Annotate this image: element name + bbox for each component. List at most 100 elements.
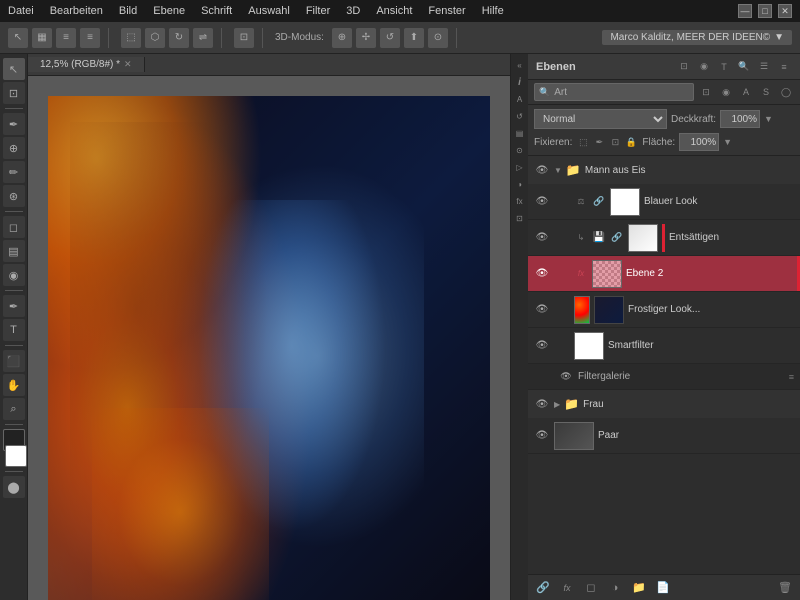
menu-auswahl[interactable]: Auswahl bbox=[248, 5, 290, 17]
new-layer-button[interactable]: 📄 bbox=[654, 579, 672, 597]
profile-selector[interactable]: Marco Kalditz, MEER DER IDEEN© ▼ bbox=[602, 30, 792, 45]
layer-search-type-icon[interactable]: ⊡ bbox=[698, 84, 714, 100]
layer-item-blauer-look[interactable]: 👁 ⚖ 🔗 Blauer Look bbox=[528, 184, 800, 220]
brush-tool[interactable]: ✏ bbox=[3, 161, 25, 183]
lock-position-icon[interactable]: ✒ bbox=[592, 135, 606, 149]
eyedropper-tool[interactable]: ✒ bbox=[3, 113, 25, 135]
filter-options-icon[interactable]: ≡ bbox=[789, 372, 794, 382]
layer-search-field[interactable]: 🔍 Art bbox=[534, 83, 694, 101]
layer-search-toggle-icon[interactable]: ◯ bbox=[778, 84, 794, 100]
flip-icon[interactable]: ⇌ bbox=[193, 28, 213, 48]
panel-icon-layers[interactable]: ▤ bbox=[513, 126, 527, 140]
canvas-scroll-area[interactable] bbox=[28, 76, 510, 600]
zoom-tool[interactable]: ⌕ bbox=[3, 398, 25, 420]
eraser-tool[interactable]: ◻ bbox=[3, 216, 25, 238]
minimize-button[interactable]: — bbox=[738, 4, 752, 18]
group-chevron-frau[interactable]: ▶ bbox=[554, 400, 560, 409]
layer-eye-frostiger[interactable]: 👁 bbox=[534, 302, 550, 318]
3d-walk-icon[interactable]: ⬆ bbox=[404, 28, 424, 48]
link-layers-button[interactable]: 🔗 bbox=[534, 579, 552, 597]
group-chevron-mann[interactable]: ▼ bbox=[554, 166, 562, 175]
layer-search-color-icon[interactable]: A bbox=[738, 84, 754, 100]
menu-ansicht[interactable]: Ansicht bbox=[376, 5, 412, 17]
layer-type-icon[interactable]: T bbox=[716, 59, 732, 75]
delete-layer-button[interactable]: 🗑 bbox=[776, 579, 794, 597]
layer-fx-button[interactable]: fx bbox=[558, 579, 576, 597]
panel-icon-info[interactable]: i bbox=[513, 75, 527, 89]
blur-tool[interactable]: ◉ bbox=[3, 264, 25, 286]
3d-roll-icon[interactable]: ↺ bbox=[380, 28, 400, 48]
text-tool[interactable]: T bbox=[3, 319, 25, 341]
clone-tool[interactable]: ⊛ bbox=[3, 185, 25, 207]
fill-arrow-icon[interactable]: ▼ bbox=[723, 137, 732, 147]
layer-eye-filter[interactable]: 👁 bbox=[558, 369, 574, 385]
collapse-panels-icon[interactable]: « bbox=[513, 58, 527, 72]
layer-search-attr-icon[interactable]: ◉ bbox=[718, 84, 734, 100]
layers-panel-expand-icon[interactable]: ≡ bbox=[776, 59, 792, 75]
menu-3d[interactable]: 3D bbox=[346, 5, 360, 17]
layer-item-frostiger[interactable]: 👁 Frostiger Look... bbox=[528, 292, 800, 328]
layer-eye-smart[interactable]: 👁 bbox=[534, 338, 550, 354]
layer-item-ebene2[interactable]: 👁 fx Ebene 2 bbox=[528, 256, 800, 292]
panel-icon-color[interactable]: A bbox=[513, 92, 527, 106]
pen-tool[interactable]: ✒ bbox=[3, 295, 25, 317]
layer-menu-icon[interactable]: ☰ bbox=[756, 59, 772, 75]
new-group-button[interactable]: 📁 bbox=[630, 579, 648, 597]
warp-icon[interactable]: ⬡ bbox=[145, 28, 165, 48]
maximize-button[interactable]: □ bbox=[758, 4, 772, 18]
canvas-tab-close-icon[interactable]: ✕ bbox=[124, 59, 132, 70]
adjustment-button[interactable]: ◑ bbox=[606, 579, 624, 597]
hand-tool[interactable]: ✋ bbox=[3, 374, 25, 396]
layer-visibility-icon[interactable]: ◉ bbox=[696, 59, 712, 75]
add-mask-button[interactable]: ◻ bbox=[582, 579, 600, 597]
layer-item-paar[interactable]: 👁 Paar bbox=[528, 418, 800, 454]
canvas-tab-active[interactable]: 12,5% (RGB/8#) * ✕ bbox=[28, 57, 145, 72]
menu-schrift[interactable]: Schrift bbox=[201, 5, 232, 17]
menu-hilfe[interactable]: Hilfe bbox=[482, 5, 504, 17]
lock-all-icon[interactable]: 🔒 bbox=[624, 135, 638, 149]
layer-search-smart-icon[interactable]: S bbox=[758, 84, 774, 100]
bg-color[interactable] bbox=[5, 445, 27, 467]
layer-group-frau[interactable]: 👁 ▶ 📁 Frau bbox=[528, 390, 800, 418]
layer-item-filtergalerie[interactable]: 👁 Filtergalerie ≡ bbox=[528, 364, 800, 390]
layer-item-entsaettigen[interactable]: 👁 ↳ 💾 🔗 Entsättigen bbox=[528, 220, 800, 256]
blend-mode-select[interactable]: Normal bbox=[534, 109, 667, 129]
align-left-icon[interactable]: ≡ bbox=[56, 28, 76, 48]
layer-filter-icon[interactable]: ⊡ bbox=[676, 59, 692, 75]
layer-eye-entsaettigen[interactable]: 👁 bbox=[534, 230, 550, 246]
panel-icon-channels[interactable]: ⊙ bbox=[513, 143, 527, 157]
menu-bild[interactable]: Bild bbox=[119, 5, 137, 17]
layer-eye-blauer[interactable]: 👁 bbox=[534, 194, 550, 210]
layer-eye-frau[interactable]: 👁 bbox=[534, 396, 550, 412]
healing-tool[interactable]: ⊕ bbox=[3, 137, 25, 159]
close-button[interactable]: ✕ bbox=[778, 4, 792, 18]
ruler-icon[interactable]: ⊡ bbox=[234, 28, 254, 48]
fill-input[interactable] bbox=[679, 133, 719, 151]
quick-mask-tool[interactable]: ⬤ bbox=[3, 476, 25, 498]
menu-bearbeiten[interactable]: Bearbeiten bbox=[50, 5, 103, 17]
align-center-icon[interactable]: ≡ bbox=[80, 28, 100, 48]
menu-ebene[interactable]: Ebene bbox=[153, 5, 185, 17]
panel-icon-misc[interactable]: ⊡ bbox=[513, 211, 527, 225]
menu-fenster[interactable]: Fenster bbox=[428, 5, 465, 17]
3d-zoom-icon[interactable]: ⊙ bbox=[428, 28, 448, 48]
crop-tool[interactable]: ⊡ bbox=[3, 82, 25, 104]
selection-tool[interactable]: ↖ bbox=[3, 58, 25, 80]
3d-pan-icon[interactable]: ✢ bbox=[356, 28, 376, 48]
layer-group-mann-aus-eis[interactable]: 👁 ▼ 📁 Mann aus Eis bbox=[528, 156, 800, 184]
grid-icon[interactable]: ▦ bbox=[32, 28, 52, 48]
panel-icon-actions[interactable]: ▷ bbox=[513, 160, 527, 174]
layers-list[interactable]: 👁 ▼ 📁 Mann aus Eis 👁 ⚖ 🔗 Blauer Look � bbox=[528, 156, 800, 574]
panel-icon-fx[interactable]: fx bbox=[513, 194, 527, 208]
rotate-icon[interactable]: ↻ bbox=[169, 28, 189, 48]
panel-icon-adjustments[interactable]: ◑ bbox=[513, 177, 527, 191]
shape-tool[interactable]: ⬛ bbox=[3, 350, 25, 372]
layer-eye-mann[interactable]: 👁 bbox=[534, 162, 550, 178]
layer-item-smartfilter[interactable]: 👁 Smartfilter bbox=[528, 328, 800, 364]
move-tool-icon[interactable]: ↖ bbox=[8, 28, 28, 48]
layer-eye-ebene2[interactable]: 👁 bbox=[534, 266, 550, 282]
layer-eye-paar[interactable]: 👁 bbox=[534, 428, 550, 444]
opacity-arrow-icon[interactable]: ▼ bbox=[764, 114, 773, 124]
panel-icon-history[interactable]: ↺ bbox=[513, 109, 527, 123]
lock-artboard-icon[interactable]: ⊡ bbox=[608, 135, 622, 149]
